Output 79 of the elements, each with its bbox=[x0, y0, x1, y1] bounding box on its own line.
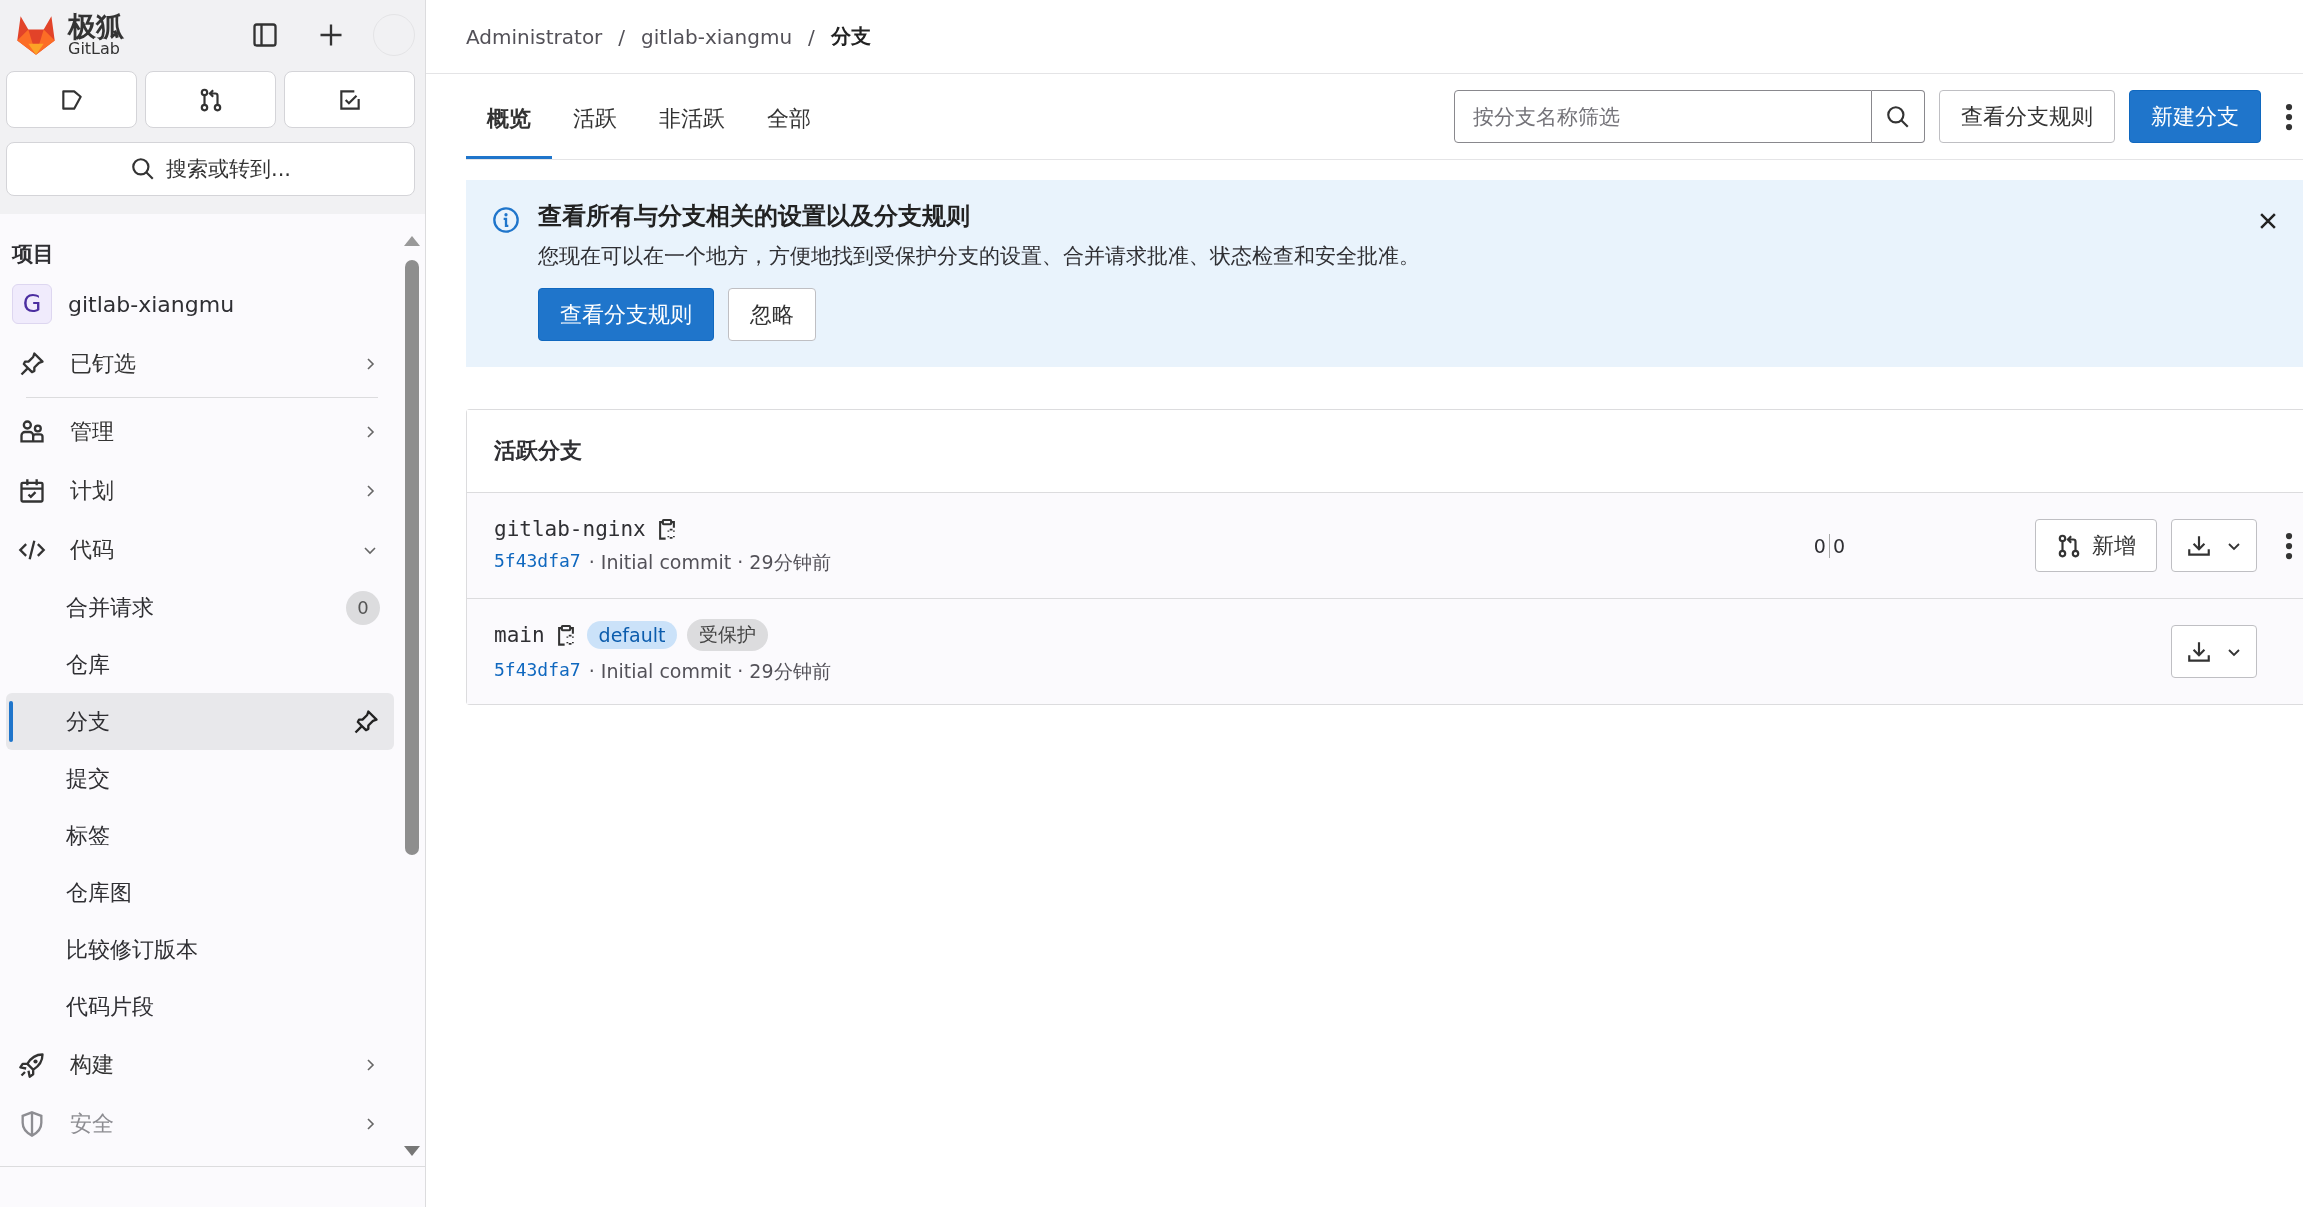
nav-subitem[interactable]: 仓库图 bbox=[6, 864, 394, 921]
nav-item[interactable]: 构建 bbox=[6, 1035, 394, 1094]
brand-subtitle: GitLab bbox=[68, 40, 120, 57]
nav-subitem[interactable]: 比较修订版本 bbox=[6, 921, 394, 978]
nav-label: 比较修订版本 bbox=[66, 935, 199, 964]
breadcrumb-link[interactable]: Administrator bbox=[466, 24, 603, 49]
breadcrumb-link[interactable]: 分支 bbox=[830, 23, 871, 50]
nav-item[interactable]: 已钉选 bbox=[6, 334, 394, 393]
nav-subitem[interactable]: 提交 bbox=[6, 750, 394, 807]
nav-subitem[interactable]: 代码片段 bbox=[6, 978, 394, 1035]
users-icon bbox=[18, 417, 46, 446]
new-branch-button[interactable]: 新建分支 bbox=[2129, 90, 2261, 143]
more-icon[interactable] bbox=[2285, 101, 2293, 132]
nav-subitem[interactable]: 标签 bbox=[6, 807, 394, 864]
project-link[interactable]: G gitlab-xiangmu bbox=[6, 282, 394, 326]
branch-badge: default bbox=[586, 620, 678, 649]
nav-subitem[interactable]: 合并请求 0 bbox=[6, 579, 394, 636]
breadcrumb-separator: / bbox=[808, 24, 815, 49]
merge-requests-button[interactable] bbox=[145, 71, 276, 128]
nav-label: 提交 bbox=[66, 764, 111, 793]
nav-item[interactable]: 管理 bbox=[6, 402, 394, 461]
info-icon bbox=[492, 206, 520, 234]
pin-icon bbox=[18, 349, 46, 378]
branch-badge: 受保护 bbox=[687, 618, 769, 651]
nav-subitem[interactable]: 仓库 bbox=[6, 636, 394, 693]
filter-field[interactable]: 按分支名称筛选 bbox=[1454, 90, 1872, 143]
nav-label: 代码片段 bbox=[66, 992, 155, 1021]
nav-item[interactable]: 代码 bbox=[6, 520, 394, 579]
project-name: gitlab-xiangmu bbox=[68, 291, 235, 317]
new-merge-request-button[interactable]: 新增 bbox=[2035, 519, 2157, 572]
merge-request-icon bbox=[2056, 532, 2082, 559]
project-avatar: G bbox=[12, 284, 52, 324]
tab[interactable]: 非活跃 bbox=[638, 74, 746, 159]
download-dropdown[interactable] bbox=[2171, 625, 2257, 678]
breadcrumb-separator: / bbox=[618, 24, 626, 49]
tab[interactable]: 概览 bbox=[466, 74, 552, 159]
branch-rules-button[interactable]: 查看分支规则 bbox=[1939, 90, 2115, 143]
commit-sha-link[interactable]: 5f43dfa7 bbox=[494, 549, 581, 576]
behind-count: 0 bbox=[1813, 534, 1826, 557]
nav-label: 已钉选 bbox=[70, 349, 137, 378]
nav-label: 合并请求 bbox=[66, 593, 155, 622]
nav-subitem[interactable]: 分支 bbox=[6, 693, 394, 750]
nav-label: 标签 bbox=[66, 821, 111, 850]
search-icon bbox=[130, 156, 156, 182]
banner-title: 查看所有与分支相关的设置以及分支规则 bbox=[538, 201, 971, 232]
calendar-icon bbox=[18, 476, 46, 505]
more-icon[interactable] bbox=[2285, 530, 2293, 561]
tab[interactable]: 全部 bbox=[746, 74, 832, 159]
count-badge: 0 bbox=[346, 590, 380, 625]
rocket-icon bbox=[18, 1050, 46, 1079]
nav-label: 分支 bbox=[66, 707, 111, 736]
search-button[interactable]: 搜索或转到... bbox=[6, 142, 415, 196]
section-title: 项目 bbox=[10, 241, 55, 268]
nav-label: 管理 bbox=[70, 417, 115, 446]
download-dropdown[interactable] bbox=[2171, 519, 2257, 572]
sidebar-toggle-icon[interactable] bbox=[251, 20, 279, 49]
pin-icon[interactable] bbox=[352, 707, 380, 736]
nav-item[interactable]: 计划 bbox=[6, 461, 394, 520]
nav-label: 代码 bbox=[70, 535, 115, 564]
dismiss-button[interactable]: 忽略 bbox=[728, 288, 816, 341]
tab[interactable]: 活跃 bbox=[552, 74, 638, 159]
commit-info: · Initial commit · 29分钟前 bbox=[588, 549, 831, 575]
nav-label: 计划 bbox=[70, 476, 115, 505]
search-icon bbox=[1885, 103, 1911, 130]
todo-button[interactable] bbox=[284, 71, 415, 128]
brand-name: 极狐 bbox=[68, 12, 124, 41]
branch-name[interactable]: main bbox=[494, 622, 545, 647]
commit-sha-link[interactable]: 5f43dfa7 bbox=[494, 658, 581, 685]
nav-label: 安全 bbox=[70, 1109, 115, 1138]
breadcrumb-link[interactable]: gitlab-xiangmu bbox=[641, 24, 793, 49]
banner-text: 您现在可以在一个地方，方便地找到受保护分支的设置、合并请求批准、状态检查和安全批准。 bbox=[538, 243, 1421, 270]
ahead-count: 0 bbox=[1832, 534, 1845, 557]
nav-label: 构建 bbox=[70, 1050, 115, 1079]
branch-name[interactable]: gitlab-nginx bbox=[494, 516, 646, 541]
branch-rules-button[interactable]: 查看分支规则 bbox=[538, 288, 714, 341]
commit-info: · Initial commit · 29分钟前 bbox=[588, 658, 831, 684]
search-button[interactable] bbox=[1872, 90, 1925, 143]
nav-label: 仓库 bbox=[66, 650, 111, 679]
nav-label: 仓库图 bbox=[66, 878, 133, 907]
